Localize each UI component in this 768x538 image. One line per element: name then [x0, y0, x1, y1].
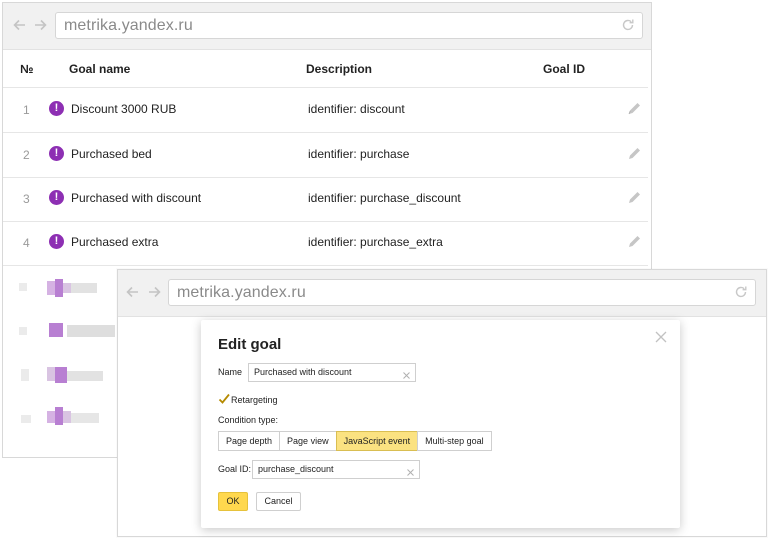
browser-toolbar: metrika.yandex.ru — [118, 270, 766, 317]
condition-type-label: Condition type: — [218, 415, 279, 425]
goal-id-input[interactable]: purchase_discount — [252, 460, 420, 479]
exclamation-badge-icon: ! — [49, 234, 64, 249]
goal-name: Discount 3000 RUB — [71, 102, 177, 116]
retargeting-checkbox[interactable] — [218, 392, 230, 404]
forward-arrow-icon[interactable] — [145, 283, 163, 301]
exclamation-badge-icon: ! — [49, 101, 64, 116]
address-bar[interactable]: metrika.yandex.ru — [168, 279, 756, 306]
row-number: 1 — [23, 103, 30, 117]
reload-icon[interactable] — [620, 17, 636, 33]
header-goal-name: Goal name — [69, 62, 131, 76]
cancel-button[interactable]: Cancel — [256, 492, 301, 511]
header-number: № — [20, 62, 34, 76]
exclamation-badge-icon: ! — [49, 190, 64, 205]
divider — [3, 265, 648, 266]
goal-description: identifier: purchase_extra — [308, 235, 443, 249]
row-number: 3 — [23, 192, 30, 206]
name-input[interactable]: Purchased with discount — [248, 363, 416, 382]
header-goal-id: Goal ID — [543, 62, 586, 76]
row-number: 2 — [23, 148, 30, 162]
pencil-icon[interactable] — [627, 101, 642, 116]
condition-page-depth[interactable]: Page depth — [218, 431, 281, 451]
pencil-icon[interactable] — [627, 234, 642, 249]
goal-id-input-value: purchase_discount — [258, 464, 334, 474]
goal-description: identifier: purchase_discount — [308, 191, 461, 205]
table-row: 2 ! Purchased bed identifier: purchase — [3, 133, 651, 177]
goal-name: Purchased extra — [71, 235, 159, 249]
condition-javascript-event[interactable]: JavaScript event — [335, 431, 419, 451]
goal-name: Purchased with discount — [71, 191, 202, 205]
table-row: 1 ! Discount 3000 RUB identifier: discou… — [3, 88, 651, 132]
retargeting-label: Retargeting — [231, 395, 278, 405]
dialog-title: Edit goal — [218, 336, 282, 353]
clear-icon[interactable] — [402, 367, 411, 379]
pencil-icon[interactable] — [627, 190, 642, 205]
goal-name: Purchased bed — [71, 147, 152, 161]
name-input-value: Purchased with discount — [254, 367, 352, 377]
goal-description: identifier: discount — [308, 102, 405, 116]
name-label: Name — [218, 367, 243, 377]
reload-icon[interactable] — [733, 284, 749, 300]
header-description: Description — [306, 62, 373, 76]
forward-arrow-icon[interactable] — [31, 16, 49, 34]
condition-multi-step-goal[interactable]: Multi-step goal — [417, 431, 492, 451]
url-text: metrika.yandex.ru — [64, 17, 193, 34]
ok-button[interactable]: OK — [218, 492, 248, 511]
condition-type-selector: Page depth Page view JavaScript event Mu… — [218, 431, 492, 451]
table-row: 4 ! Purchased extra identifier: purchase… — [3, 221, 651, 265]
row-number: 4 — [23, 236, 30, 250]
back-arrow-icon[interactable] — [124, 283, 142, 301]
address-bar[interactable]: metrika.yandex.ru — [55, 12, 643, 39]
url-text: metrika.yandex.ru — [177, 284, 306, 301]
checkmark-icon — [218, 393, 230, 404]
exclamation-badge-icon: ! — [49, 146, 64, 161]
goal-id-label: Goal ID: — [218, 464, 252, 474]
table-row: 3 ! Purchased with discount identifier: … — [3, 177, 651, 221]
clear-icon[interactable] — [406, 464, 415, 476]
goal-description: identifier: purchase — [308, 147, 410, 161]
back-arrow-icon[interactable] — [11, 16, 29, 34]
close-icon[interactable] — [654, 330, 668, 344]
goals-table-header: № Goal name Description Goal ID — [3, 49, 651, 91]
blurred-rows-placeholder — [19, 279, 115, 425]
browser-toolbar: metrika.yandex.ru — [3, 3, 651, 50]
edit-goal-dialog: Edit goal Name Purchased with discount R… — [201, 320, 680, 528]
pencil-icon[interactable] — [627, 146, 642, 161]
condition-page-view[interactable]: Page view — [279, 431, 337, 451]
